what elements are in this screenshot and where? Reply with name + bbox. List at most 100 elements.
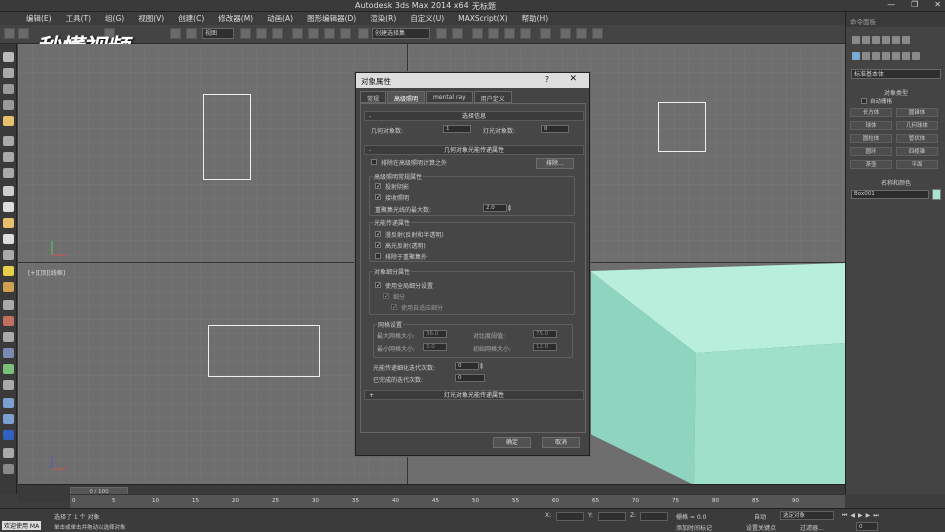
cone-button[interactable]: 圆锥体: [896, 108, 938, 117]
rotate-icon[interactable]: [170, 28, 181, 39]
refine-field[interactable]: 0: [455, 362, 479, 370]
snap-icon[interactable]: [292, 28, 303, 39]
menu-customize[interactable]: 自定义(U): [410, 12, 444, 25]
tool-icon[interactable]: [3, 430, 14, 440]
menu-rendering[interactable]: 渲染(R): [370, 12, 396, 25]
spinner-icon[interactable]: ▲ ▼: [508, 204, 513, 212]
exclude-button[interactable]: 排除…: [536, 158, 574, 169]
light-props-rollout[interactable]: + 灯光对象光能传递属性: [364, 390, 584, 400]
render-frame-icon[interactable]: [576, 28, 587, 39]
tool-icon[interactable]: [3, 152, 14, 162]
next-frame-icon[interactable]: ▶: [866, 512, 871, 520]
shapes-icon[interactable]: [862, 52, 870, 60]
tool-icon[interactable]: [3, 316, 14, 326]
tool-icon[interactable]: [3, 364, 14, 374]
plane-button[interactable]: 平面: [896, 160, 938, 169]
spacewarps-icon[interactable]: [902, 52, 910, 60]
menu-group[interactable]: 组(G): [105, 12, 124, 25]
tool-icon[interactable]: [3, 136, 14, 146]
cast-shadows-checkbox[interactable]: ✓: [375, 183, 381, 190]
menu-views[interactable]: 视图(V): [138, 12, 164, 25]
exclude-regather-checkbox[interactable]: [375, 253, 381, 259]
tool-icon[interactable]: [3, 398, 14, 408]
menu-help[interactable]: 帮助(H): [522, 12, 549, 25]
lights-icon[interactable]: [872, 52, 880, 60]
close-window-icon[interactable]: ✕: [934, 0, 941, 9]
pyramid-button[interactable]: 四棱锥: [896, 147, 938, 156]
adaptive-checkbox[interactable]: ✓: [391, 304, 397, 311]
motion-tab-icon[interactable]: [882, 36, 890, 44]
named-sel-icon[interactable]: [358, 28, 369, 39]
material-editor-icon[interactable]: [540, 28, 551, 39]
cameras-icon[interactable]: [882, 52, 890, 60]
manipulate-icon[interactable]: [272, 28, 283, 39]
tube-button[interactable]: 管状体: [896, 134, 938, 143]
tab-user-defined[interactable]: 用户定义: [473, 91, 512, 103]
tool-icon[interactable]: [3, 380, 14, 390]
layers-icon[interactable]: [472, 28, 483, 39]
tool-icon[interactable]: [3, 186, 14, 196]
receive-illum-checkbox[interactable]: ✓: [375, 194, 381, 201]
play-icon[interactable]: [3, 464, 14, 474]
tool-icon[interactable]: [3, 100, 14, 110]
menu-edit[interactable]: 编辑(E): [26, 12, 52, 25]
key-filters-button[interactable]: 过滤器...: [800, 523, 824, 532]
tool-icon[interactable]: [3, 52, 14, 62]
object-color-swatch[interactable]: [932, 189, 941, 200]
category-dropdown[interactable]: 标准基本体: [851, 69, 941, 79]
render-setup-icon[interactable]: [560, 28, 571, 39]
tool-icon[interactable]: [3, 448, 14, 458]
tool-icon[interactable]: [3, 300, 14, 310]
spinner-snap-icon[interactable]: [340, 28, 351, 39]
contrast-field[interactable]: 75.0: [533, 330, 557, 338]
tool-icon[interactable]: [3, 68, 14, 78]
auto-key-button[interactable]: 自动: [754, 512, 766, 521]
specular-checkbox[interactable]: ✓: [375, 242, 381, 249]
utilities-tab-icon[interactable]: [902, 36, 910, 44]
helpers-icon[interactable]: [892, 52, 900, 60]
tool-icon[interactable]: [3, 250, 14, 260]
hierarchy-tab-icon[interactable]: [872, 36, 880, 44]
named-selection-combo[interactable]: 创建选择集: [372, 28, 430, 39]
play-animation-icon[interactable]: ▶: [858, 512, 863, 520]
sphere-button[interactable]: 球体: [850, 121, 892, 130]
geometry-icon[interactable]: [852, 52, 860, 60]
tool-icon[interactable]: [3, 234, 14, 244]
redo-icon[interactable]: [18, 28, 29, 39]
curve-editor-icon[interactable]: [504, 28, 515, 39]
mirror-icon[interactable]: [436, 28, 447, 39]
goto-start-icon[interactable]: ⏮: [842, 512, 847, 520]
schematic-icon[interactable]: [520, 28, 531, 39]
angle-snap-icon[interactable]: [308, 28, 319, 39]
tab-general[interactable]: 常规: [360, 91, 387, 103]
y-field[interactable]: [598, 512, 626, 521]
tool-icon[interactable]: [3, 414, 14, 424]
prev-frame-icon[interactable]: ◀: [850, 512, 855, 520]
box-button[interactable]: 长方体: [850, 108, 892, 117]
teapot-button[interactable]: 茶壶: [850, 160, 892, 169]
pivot-icon[interactable]: [240, 28, 251, 39]
autogrid-checkbox[interactable]: [861, 98, 867, 104]
render-icon[interactable]: [592, 28, 603, 39]
align-icon[interactable]: [452, 28, 463, 39]
menu-maxscript[interactable]: MAXScript(X): [458, 12, 507, 25]
menu-modifiers[interactable]: 修改器(M): [218, 12, 253, 25]
tool-icon[interactable]: [3, 168, 14, 178]
torus-button[interactable]: 圆环: [850, 147, 892, 156]
menu-create[interactable]: 创建(C): [178, 12, 204, 25]
close-icon[interactable]: ✕: [569, 74, 577, 84]
spinner-icon[interactable]: ▲ ▼: [480, 362, 485, 370]
scale-icon[interactable]: [186, 28, 197, 39]
undo-icon[interactable]: [4, 28, 15, 39]
minimize-icon[interactable]: —: [887, 0, 895, 9]
move-icon[interactable]: [256, 28, 267, 39]
menu-tools[interactable]: 工具(T): [66, 12, 91, 25]
x-field[interactable]: [556, 512, 584, 521]
geo-props-rollout[interactable]: - 几何对象光能传递属性: [364, 145, 584, 155]
create-tab-icon[interactable]: [852, 36, 860, 44]
menu-animation[interactable]: 动画(A): [267, 12, 293, 25]
key-filter-combo[interactable]: 选定对象: [780, 511, 834, 520]
bounces-field[interactable]: 2.0: [483, 204, 507, 212]
cancel-button[interactable]: 取消: [542, 437, 580, 448]
tab-mental-ray[interactable]: mental ray: [426, 91, 473, 103]
